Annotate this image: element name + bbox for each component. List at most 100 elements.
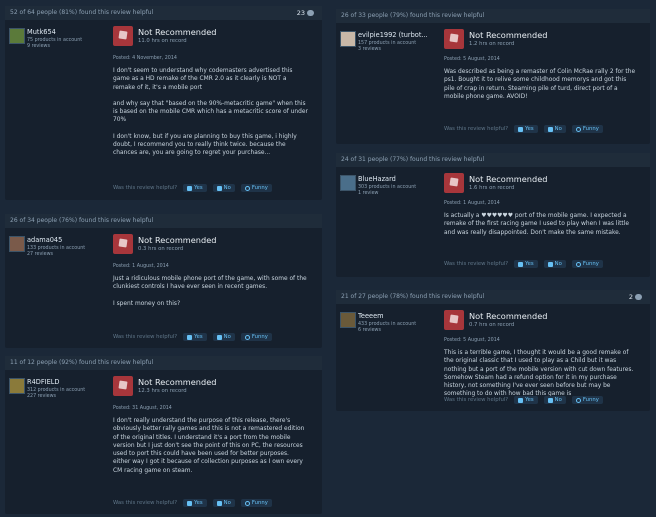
reviews-count[interactable]: 3 reviews (358, 47, 381, 52)
avatar[interactable] (9, 28, 25, 44)
thumbs-down-icon (444, 310, 464, 330)
helpful-vote-bar: Was this review helpful? Yes No Funny (113, 333, 272, 341)
comment-count-value: 23 (296, 9, 305, 17)
vote-funny-button[interactable]: Funny (240, 499, 272, 507)
vote-no-button[interactable]: No (212, 184, 235, 192)
vote-funny-label: Funny (251, 185, 268, 191)
avatar[interactable] (340, 31, 356, 47)
comment-bubble-icon (635, 294, 642, 300)
comment-count-value: 2 (628, 293, 633, 301)
avatar[interactable] (9, 236, 25, 252)
reviews-count[interactable]: 227 reviews (27, 394, 56, 399)
products-count[interactable]: 312 products in account (27, 388, 85, 393)
reviewer-name[interactable]: BlueHazard (358, 175, 396, 183)
posted-date: Posted: 1 August, 2014 (444, 201, 500, 206)
products-count[interactable]: 157 products in account (358, 41, 416, 46)
vote-no-button[interactable]: No (543, 260, 566, 268)
review-card: 11 of 12 people (92%) found this review … (5, 356, 322, 514)
vote-yes-button[interactable]: Yes (514, 125, 538, 133)
review-paragraph: I don't really understand the purpose of… (113, 418, 305, 474)
vote-funny-button[interactable]: Funny (571, 260, 603, 268)
reviewer-name[interactable]: R4DFIELD (27, 378, 60, 386)
avatar[interactable] (340, 175, 356, 191)
vote-funny-button[interactable]: Funny (240, 333, 272, 341)
reviews-count[interactable]: 9 reviews (27, 44, 50, 49)
smiley-icon (244, 185, 250, 191)
verdict-title[interactable]: Not Recommended (138, 235, 216, 245)
products-count[interactable]: 133 products in account (27, 246, 85, 251)
vote-funny-button[interactable]: Funny (240, 184, 272, 192)
review-text: Was described as being a remaster of Col… (444, 68, 636, 109)
vote-yes-button[interactable]: Yes (183, 499, 207, 507)
vote-yes-button[interactable]: Yes (183, 333, 207, 341)
reviews-count[interactable]: 6 reviews (358, 328, 381, 333)
verdict-title[interactable]: Not Recommended (138, 377, 216, 387)
products-count[interactable]: 303 products in account (358, 185, 416, 190)
helpful-vote-bar: Was this review helpful? Yes No Funny (113, 184, 272, 192)
reviewer-name[interactable]: Mutk654 (27, 28, 56, 36)
vote-no-button[interactable]: No (543, 396, 566, 404)
products-count[interactable]: 433 products in account (358, 322, 416, 327)
vote-no-label: No (223, 185, 231, 191)
vote-no-button[interactable]: No (212, 333, 235, 341)
reviews-count[interactable]: 1 review (358, 191, 378, 196)
vote-yes-label: Yes (525, 397, 534, 403)
verdict-title[interactable]: Not Recommended (469, 311, 547, 321)
verdict: Not Recommended 12.3 hrs on record (113, 376, 312, 398)
review-text: Just a ridiculous mobile phone port of t… (113, 275, 308, 316)
vote-yes-button[interactable]: Yes (183, 184, 207, 192)
smiley-icon (244, 500, 250, 506)
hours-on-record: 12.3 hrs on record (138, 388, 187, 394)
thumbs-down-icon (547, 261, 553, 267)
helpful-vote-bar: Was this review helpful? Yes No Funny (444, 396, 603, 404)
review-helpful-count: 26 of 33 people (79%) found this review … (336, 9, 650, 23)
vote-funny-label: Funny (582, 397, 599, 403)
verdict: Not Recommended 0.7 hrs on record (444, 310, 640, 332)
reviewer-name[interactable]: Teeeem (358, 312, 384, 320)
review-helpful-count: 52 of 64 people (81%) found this review … (5, 6, 322, 20)
vote-yes-button[interactable]: Yes (514, 260, 538, 268)
reviewer-name[interactable]: evilpie1992 (turbot... (358, 31, 428, 39)
helpful-prompt: Was this review helpful? (444, 126, 509, 132)
vote-no-label: No (554, 397, 562, 403)
vote-funny-button[interactable]: Funny (571, 396, 603, 404)
verdict-title[interactable]: Not Recommended (469, 30, 547, 40)
smiley-icon (575, 261, 581, 267)
products-count[interactable]: 75 products in account (27, 38, 82, 43)
review-paragraph: Just a ridiculous mobile phone port of t… (113, 276, 307, 291)
comment-bubble-icon (307, 10, 314, 16)
verdict-title[interactable]: Not Recommended (469, 174, 547, 184)
smiley-icon (575, 397, 581, 403)
review-card: 21 of 27 people (78%) found this review … (336, 290, 650, 411)
vote-yes-button[interactable]: Yes (514, 396, 538, 404)
posted-date: Posted: 5 August, 2014 (444, 57, 500, 62)
smiley-icon (575, 126, 581, 132)
comment-count[interactable]: 2 (629, 290, 642, 304)
vote-no-label: No (223, 500, 231, 506)
review-paragraph: Was described as being a remaster of Col… (444, 69, 636, 100)
review-helpful-count: 26 of 34 people (76%) found this review … (5, 214, 322, 228)
vote-funny-label: Funny (251, 334, 268, 340)
review-helpful-count: 24 of 31 people (77%) found this review … (336, 153, 650, 167)
verdict-title[interactable]: Not Recommended (138, 27, 216, 37)
review-helpful-count: 21 of 27 people (78%) found this review … (336, 290, 650, 304)
thumbs-down-icon (216, 185, 222, 191)
reviews-count[interactable]: 27 reviews (27, 252, 53, 257)
avatar[interactable] (9, 378, 25, 394)
reviewer-name[interactable]: adama045 (27, 236, 62, 244)
thumbs-up-icon (518, 126, 524, 132)
review-card: 26 of 33 people (79%) found this review … (336, 9, 650, 144)
helpful-count-text: 52 of 64 people (81%) found this review … (10, 9, 154, 16)
vote-no-button[interactable]: No (212, 499, 235, 507)
hours-on-record: 1.2 hrs on record (469, 41, 515, 47)
thumbs-down-icon (216, 500, 222, 506)
review-card: 26 of 34 people (76%) found this review … (5, 214, 322, 348)
thumbs-up-icon (187, 334, 193, 340)
thumbs-down-icon (444, 29, 464, 49)
vote-no-button[interactable]: No (543, 125, 566, 133)
helpful-count-text: 11 of 12 people (92%) found this review … (10, 359, 154, 366)
helpful-count-text: 24 of 31 people (77%) found this review … (341, 156, 485, 163)
avatar[interactable] (340, 312, 356, 328)
comment-count[interactable]: 23 (297, 6, 314, 20)
vote-funny-button[interactable]: Funny (571, 125, 603, 133)
